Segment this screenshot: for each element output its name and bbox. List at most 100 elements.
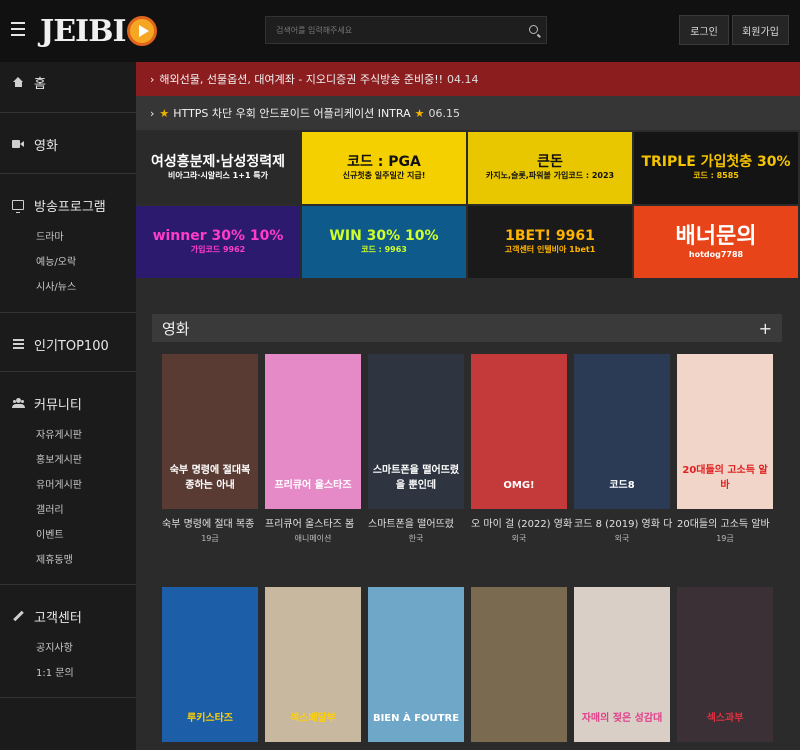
movie-poster: OMG! (471, 354, 567, 509)
chevron-right-icon: › (150, 106, 155, 120)
section-title: 영화 (162, 319, 190, 338)
sidebar-item-inquiry[interactable]: 1:1 문의 (0, 659, 136, 684)
movie-poster: 코드8 (574, 354, 670, 509)
sidebar-top100-label: 인기TOP100 (34, 338, 109, 354)
movie-title: 프리큐어 올스타즈 봄 (265, 519, 355, 530)
search-input[interactable] (266, 17, 516, 43)
movie-poster: 자매의 젖은 성감대 (574, 587, 670, 742)
movie-category: 애니메이션 (294, 534, 332, 543)
ad-banner[interactable]: 배너문의 hotdog7788 (634, 206, 798, 278)
movie-card[interactable] (461, 587, 567, 742)
logo-text: JEIBI (40, 13, 126, 49)
login-button[interactable]: 로그인 (679, 15, 729, 45)
movie-card[interactable]: 프리큐어 올스타즈프리큐어 올스타즈 봄애니메이션 (255, 354, 361, 544)
movie-card[interactable]: 섹스배달부 (255, 587, 361, 742)
sidebar-broadcast-label: 방송프로그램 (34, 199, 106, 215)
sidebar-item-notice[interactable]: 공지사항 (0, 634, 136, 659)
movie-poster: 스마트폰을 떨어뜨렸을 뿐인데 (368, 354, 464, 509)
sidebar-support: 고객센터 공지사항 1:1 문의 (0, 605, 136, 684)
sidebar-item-variety[interactable]: 예능/오락 (0, 248, 136, 273)
sidebar-community-label: 커뮤니티 (34, 397, 82, 413)
ad-banner[interactable]: winner 30% 10% 가입코드 9962 (136, 206, 300, 278)
sidebar-item-free-board[interactable]: 자유게시판 (0, 421, 136, 446)
ad-banner[interactable]: 1BET! 9961 고객센터 인텔비아 1bet1 (468, 206, 632, 278)
movie-card[interactable]: 루키스타즈 (152, 587, 258, 742)
movie-poster: 숙부 명령에 절대복종하는 아내 (162, 354, 258, 509)
movie-card[interactable]: OMG! 오 마이 걸 (2022) 영화외국 (461, 354, 572, 544)
movie-title: 숙부 명령에 절대 복종 (162, 519, 255, 530)
ad-banners: 여성흥분제·남성정력제 비아그라·시알리스 1+1 특가 코드 : PGA 신규첫충… (136, 132, 800, 278)
chevron-right-icon: › (150, 72, 155, 86)
sidebar-item-news[interactable]: 시사/뉴스 (0, 273, 136, 298)
sidebar-item-drama[interactable]: 드라마 (0, 223, 136, 248)
hamburger-menu-icon[interactable] (11, 22, 25, 36)
sidebar-item-partners[interactable]: 제휴동맹 (0, 546, 136, 571)
sidebar-movies[interactable]: 영화 (0, 133, 136, 155)
star-icon: ★ (414, 106, 425, 120)
sidebar-item-event[interactable]: 이벤트 (0, 521, 136, 546)
top-header: JEIBI 로그인 회원가입 (0, 0, 800, 62)
plus-icon[interactable]: + (759, 319, 772, 338)
ad-banner[interactable]: TRIPLE 가입첫충 30% 코드 : 8585 (634, 132, 798, 204)
notice-date: 06.15 (428, 106, 460, 120)
main-content: › 해외선물, 선물옵션, 대여계좌 - 지오디증권 주식방송 준비중!! 04… (136, 62, 800, 750)
movie-card[interactable]: 스마트폰을 떨어뜨렸을 뿐인데스마트폰을 떨어뜨렸한국 (358, 354, 464, 544)
ad-banner[interactable]: 큰돈 카지노,슬롯,파워볼 가입코드 : 2023 (468, 132, 632, 204)
play-icon (127, 16, 158, 46)
star-icon: ★ (159, 106, 170, 120)
movie-card[interactable]: 섹스과부 (667, 587, 773, 742)
movie-card[interactable]: 자매의 젖은 성감대 (564, 587, 670, 742)
sidebar-movies-label: 영화 (34, 138, 58, 154)
movie-category: 외국 (511, 534, 527, 543)
sidebar-home[interactable]: 홈 (0, 71, 136, 93)
notice-item[interactable]: › ★ HTTPS 차단 우회 안드로이드 어플리케이션 INTRA ★ 06.… (136, 96, 800, 130)
signup-button[interactable]: 회원가입 (732, 15, 789, 45)
sidebar-item-humor-board[interactable]: 유머게시판 (0, 471, 136, 496)
sidebar-item-promo-board[interactable]: 홍보게시판 (0, 446, 136, 471)
movie-category: 19금 (201, 534, 219, 543)
movie-poster (471, 587, 567, 742)
notice-text: 해외선물, 선물옵션, 대여계좌 - 지오디증권 주식방송 준비중!! (159, 73, 444, 86)
tv-icon (12, 200, 24, 213)
site-logo[interactable]: JEIBI (40, 8, 158, 54)
movie-title: 코드 8 (2019) 영화 다 (574, 519, 673, 530)
movie-poster: BIEN À FOUTRE (368, 587, 464, 742)
search-box (265, 16, 547, 44)
notice-item[interactable]: › 해외선물, 선물옵션, 대여계좌 - 지오디증권 주식방송 준비중!! 04… (136, 62, 800, 96)
sidebar-community-title[interactable]: 커뮤니티 (0, 392, 136, 414)
video-camera-icon (12, 140, 24, 148)
pencil-icon (12, 610, 24, 622)
ad-banner[interactable]: WIN 30% 10% 코드 : 9963 (302, 206, 466, 278)
sidebar: 홈 영화 방송프로그램 드라마 예능/오락 시사/뉴스 인기TOP100 커뮤니… (0, 62, 136, 750)
ad-banner[interactable]: 여성흥분제·남성정력제 비아그라·시알리스 1+1 특가 (136, 132, 300, 204)
notice-text: HTTPS 차단 우회 안드로이드 어플리케이션 INTRA (173, 107, 411, 120)
movie-card[interactable]: BIEN À FOUTRE (358, 587, 464, 742)
movie-category: 한국 (408, 534, 424, 543)
users-icon (12, 398, 25, 408)
movie-poster: 루키스타즈 (162, 587, 258, 742)
movie-poster: 프리큐어 올스타즈 (265, 354, 361, 509)
sidebar-top100[interactable]: 인기TOP100 (0, 333, 136, 355)
notice-date: 04.14 (447, 72, 479, 86)
home-icon (12, 77, 24, 87)
movie-card[interactable]: 코드8 코드 8 (2019) 영화 다외국 (564, 354, 672, 544)
movie-title: 오 마이 걸 (2022) 영화 (471, 519, 573, 530)
list-icon (12, 339, 24, 349)
sidebar-support-label: 고객센터 (34, 610, 82, 626)
sidebar-broadcast: 방송프로그램 드라마 예능/오락 시사/뉴스 (0, 194, 136, 298)
ad-banner[interactable]: 코드 : PGA 신규첫충 일주일간 지급! (302, 132, 466, 204)
movie-poster: 섹스과부 (677, 587, 773, 742)
sidebar-item-gallery[interactable]: 갤러리 (0, 496, 136, 521)
movie-card[interactable]: 숙부 명령에 절대복종하는 아내숙부 명령에 절대 복종 19금 (152, 354, 258, 544)
movie-poster: 20대들의 고소득 알바 (677, 354, 773, 509)
movie-poster: 섹스배달부 (265, 587, 361, 742)
movies-section-header: 영화 + (152, 314, 782, 342)
sidebar-broadcast-title[interactable]: 방송프로그램 (0, 194, 136, 216)
movie-title: 스마트폰을 떨어뜨렸 (368, 519, 454, 530)
sidebar-support-title[interactable]: 고객센터 (0, 605, 136, 627)
search-icon[interactable] (529, 25, 538, 34)
movie-category: 19금 (716, 534, 734, 543)
sidebar-home-label: 홈 (34, 76, 46, 92)
movie-category: 외국 (614, 534, 630, 543)
movie-card[interactable]: 20대들의 고소득 알바 20대들의 고소득 알바 19금 (667, 354, 773, 544)
